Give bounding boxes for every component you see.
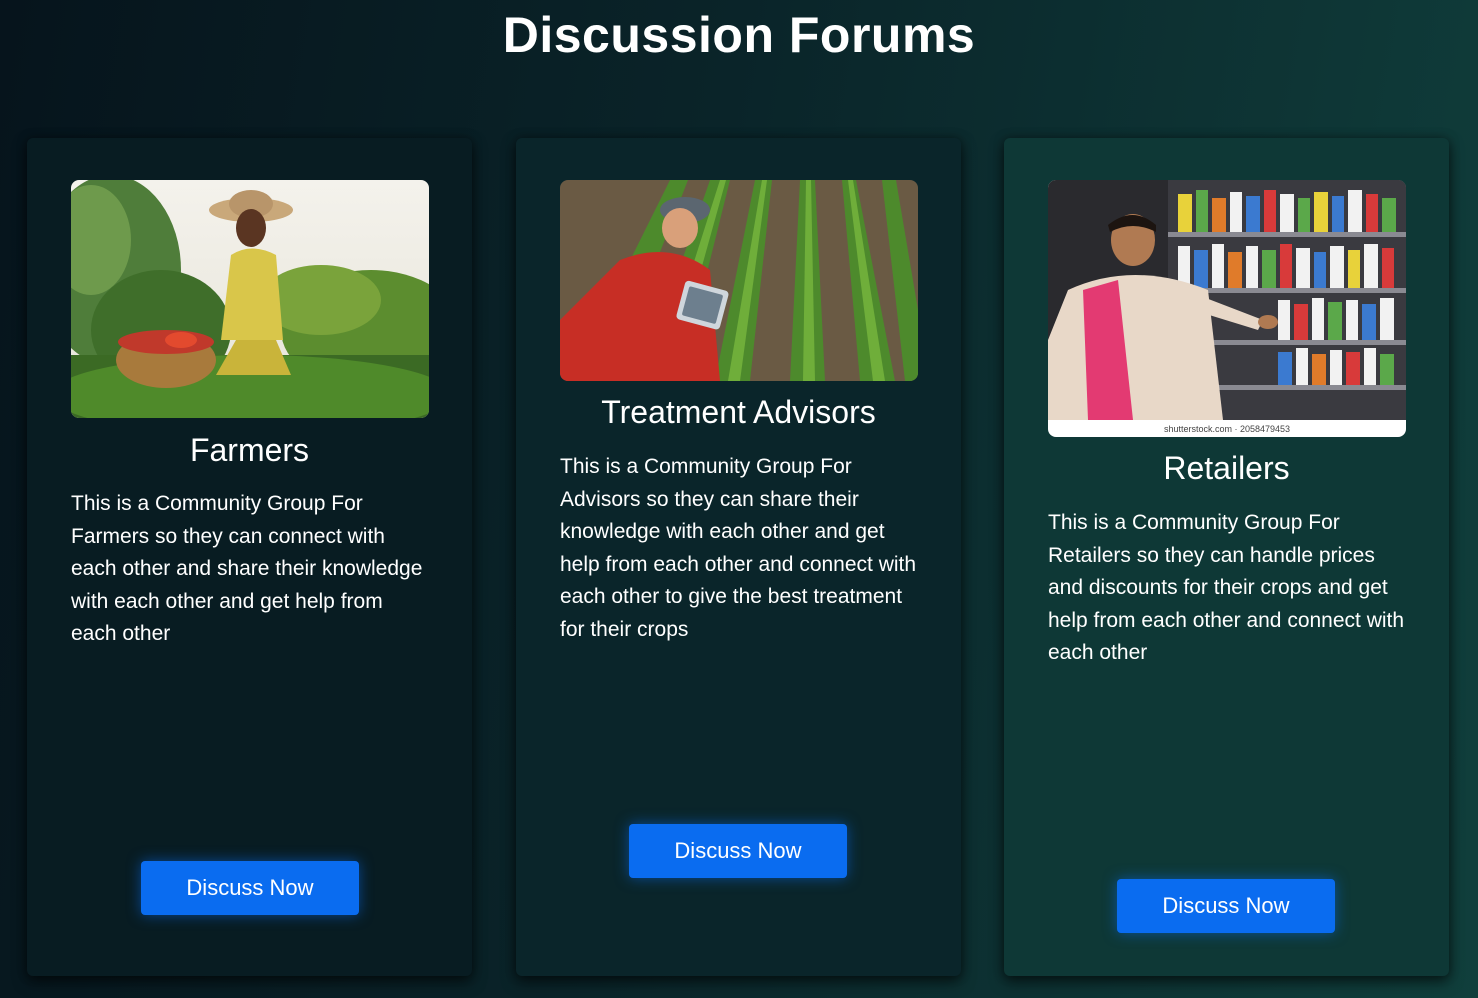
- discuss-now-button[interactable]: Discuss Now: [141, 861, 359, 915]
- forum-description: This is a Community Group For Retailers …: [1048, 511, 1405, 664]
- discuss-now-button[interactable]: Discuss Now: [629, 824, 847, 878]
- forum-description: This is a Community Group For Farmers so…: [71, 492, 423, 645]
- treatment-advisors-image: [560, 180, 918, 381]
- page-title: Discussion Forums: [502, 7, 976, 63]
- forum-title: Treatment Advisors: [601, 394, 876, 430]
- image-caption: shutterstock.com · 2058479453: [1163, 424, 1291, 434]
- forum-card-retailers: shutterstock.com · 2058479453 Retailers …: [1004, 138, 1449, 976]
- forum-card-treatment-advisors: Treatment Advisors This is a Community G…: [516, 138, 961, 976]
- forum-description: This is a Community Group For Advisors s…: [560, 455, 917, 641]
- forum-card-farmers: Farmers This is a Community Group For Fa…: [27, 138, 472, 976]
- retailers-image: shutterstock.com · 2058479453: [1048, 180, 1406, 437]
- forum-title: Farmers: [189, 432, 310, 468]
- farmers-image: [71, 180, 429, 418]
- forum-title: Retailers: [1163, 450, 1290, 486]
- discuss-now-button[interactable]: Discuss Now: [1117, 879, 1335, 933]
